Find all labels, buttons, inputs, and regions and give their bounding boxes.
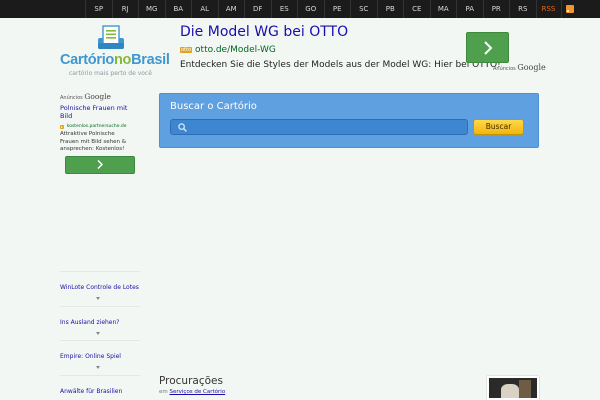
sidebar-link[interactable]: Anwälte für Brasilien xyxy=(60,374,140,400)
state-link-sc[interactable]: SC xyxy=(350,0,377,18)
chevron-down-icon xyxy=(96,331,100,335)
side-ad-url[interactable]: ▸ kostenlos.partnersuche.de xyxy=(60,124,138,129)
logo-wordmark: CartórionoBrasil xyxy=(60,52,170,68)
rss-feed-icon[interactable] xyxy=(560,0,579,18)
article-title[interactable]: Procurações xyxy=(159,375,223,387)
state-link-mg[interactable]: MG xyxy=(138,0,165,18)
state-link-pr[interactable]: PR xyxy=(482,0,510,18)
state-link-rs[interactable]: RS xyxy=(509,0,536,18)
side-ad-google-label: Anúncios Google xyxy=(60,92,111,101)
top-advertisement: Die Model WG bei OTTO otto otto.de/Model… xyxy=(180,24,546,76)
ad-description: Entdecken Sie die Styles der Models aus … xyxy=(180,60,501,70)
state-link-am[interactable]: AM xyxy=(217,0,245,18)
sidebar-link[interactable]: Empire: Online Spiel xyxy=(60,340,140,375)
side-ad-description: Attraktive Polnische Frauen mit Bild seh… xyxy=(60,131,126,152)
ad-go-button[interactable] xyxy=(466,32,509,63)
article-meta: em Serviços de Cartório xyxy=(159,389,226,395)
state-link-pe[interactable]: PE xyxy=(323,0,351,18)
chevron-right-icon xyxy=(483,40,492,55)
chevron-down-icon xyxy=(96,297,100,300)
rss-link[interactable]: RSS xyxy=(535,0,561,18)
side-ad-title-link[interactable]: Polnische Frauen mit Bild xyxy=(60,104,138,120)
state-link-es[interactable]: ES xyxy=(270,0,298,18)
search-input[interactable] xyxy=(193,121,463,134)
state-link-ce[interactable]: CE xyxy=(403,0,430,18)
state-link-ba[interactable]: BA xyxy=(164,0,192,18)
ad-url[interactable]: otto.de/Model-WG xyxy=(195,45,276,55)
sidebar-link[interactable]: Ins Ausland ziehen? xyxy=(60,305,140,341)
search-icon xyxy=(178,123,187,132)
sidebar-link[interactable]: WinLote Controle de Lotes xyxy=(60,271,140,306)
state-link-al[interactable]: AL xyxy=(191,0,218,18)
side-ad-badge: ▸ xyxy=(60,124,64,129)
article-category-link[interactable]: Serviços de Cartório xyxy=(170,389,226,395)
state-link-pa[interactable]: PA xyxy=(456,0,483,18)
state-link-rj[interactable]: RJ xyxy=(111,0,139,18)
search-button[interactable]: Buscar xyxy=(473,119,524,135)
site-logo[interactable]: CartórionoBrasil cartório mais perto de … xyxy=(60,24,170,82)
sidebar-advertisement: Anúncios Google Polnische Frauen mit Bil… xyxy=(60,92,138,174)
state-link-go[interactable]: GO xyxy=(297,0,324,18)
search-field[interactable] xyxy=(170,119,468,135)
chevron-down-icon xyxy=(96,366,100,369)
ad-url-row: otto otto.de/Model-WG xyxy=(180,45,276,55)
ad-google-label: Anúncios Google xyxy=(493,63,546,72)
state-link-sp[interactable]: SP xyxy=(85,0,112,18)
state-link-pb[interactable]: PB xyxy=(376,0,404,18)
search-heading: Buscar o Cartório xyxy=(170,101,257,112)
ad-badge: otto xyxy=(180,47,193,53)
sidebar-links: WinLote Controle de Lotes Ins Ausland zi… xyxy=(60,271,140,400)
ad-title-link[interactable]: Die Model WG bei OTTO xyxy=(180,24,348,40)
state-link-ma[interactable]: MA xyxy=(429,0,457,18)
chevron-right-icon xyxy=(97,160,103,169)
article-thumbnail[interactable] xyxy=(487,376,539,400)
logo-tagline: cartório mais perto de você xyxy=(69,70,152,77)
side-ad-go-button[interactable] xyxy=(65,155,135,174)
search-panel: Buscar o Cartório Buscar xyxy=(159,93,539,148)
top-navigation-bar: SP RJ MG BA AL AM DF ES GO PE SC PB CE M… xyxy=(0,0,600,18)
state-links: SP RJ MG BA AL AM DF ES GO PE SC PB CE M… xyxy=(85,0,579,18)
state-link-df[interactable]: DF xyxy=(244,0,271,18)
document-stack-icon xyxy=(98,25,124,49)
